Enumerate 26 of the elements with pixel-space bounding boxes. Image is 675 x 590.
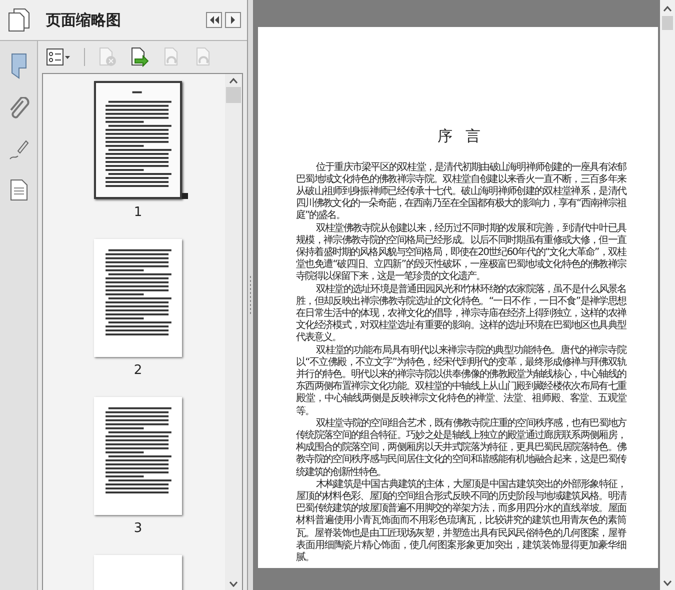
page-number: 2 xyxy=(134,363,142,379)
page-number: 1 xyxy=(134,205,142,221)
resize-handle-icon[interactable] xyxy=(182,193,188,199)
body-paragraph: 双桂堂的功能布局具有明代以来禅宗寺院的典型功能特色。唐代的禅宗寺院以“不立佛殿，不立文字”为特色，经宋代到明代的变革，最终形成修禅与拜佛双轨并行的特色。明代以来的禅宗寺院以供奉佛像的佛教殿堂为轴线核心，中心轴线的东西两侧布置禅宗文化功能。双桂堂的中轴线上从山门殿到藏经楼依次布局有七重殿堂，中心轴线两侧是反映禅宗文化特色的禅堂、法堂、祖师殿、客堂、五观堂等。 xyxy=(296,344,626,418)
collapse-panel-button[interactable] xyxy=(206,12,222,28)
scrollbar-thumb[interactable] xyxy=(662,16,673,30)
body-paragraph: 双桂堂寺院的空间组合艺术，既有佛教寺院庄重的空间秩序感，也有巴蜀地方传统院落空间的组合特征。巧妙之处是轴线上独立的殿堂通过廊庑联系两侧厢房，构成围合的院落空间，两侧厢房以天井式院落为特征，更具巴蜀民居院落特色。佛教寺院的空间秩序感与民间居住文化的空间和谐感能有机地融合起来，这是巴蜀传统建筑的创新性特色。 xyxy=(296,418,626,478)
right-arrow-icon xyxy=(230,16,236,24)
bookmark-icon[interactable] xyxy=(10,53,28,79)
body-paragraph: 位于重庆市梁平区的双桂堂，是清代初期由破山海明禅师创建的一座具有浓郁巴蜀地域文化特色的佛教禅宗寺院。双桂堂自创建以来香火一直不断，三百多年来从破山祖师到身振禅师已经传承十七代。破山海明禅师创建的双桂堂禅系，是清代四川佛教文化的一朵奇葩，在西南乃至在全国都有极大的影响力，享有“西南禅宗祖庭”的盛名。 xyxy=(296,162,626,222)
body-paragraph: 双桂堂佛教寺院从创建以来，经历过不同时期的发展和完善，到清代中叶已具规模，禅宗佛教寺院的空间格局已经形成。以后不同时期虽有重修或大修，但一直保持着盛时期的风格风貌与空间格局，即使在20世纪60年代的“文化大革命”，双桂堂也免遭“破四旧、立四新”的毁灭性破坏，一座极富巴蜀地域文化特色的佛教禅宗寺院得以保留下来，这是一笔珍贵的文化遗产。 xyxy=(296,222,626,284)
body-paragraph: 木构建筑是中国古典建筑的主体，大屋顶是中国古建筑突出的外部形象特征，屋顶的材料色彩、屋顶的空间组合形式反映不同的历史阶段与地域建筑风格。明清巴蜀传统建筑的坡屋顶普遍不用脚交的举架方法，而多用四分水的直线举坡。屋面材料普遍使用小青瓦饰面而不用彩色琉璃瓦，比较讲究的建筑也用青灰色的素筒瓦。屋脊装饰也是由工匠现场灰塑，并塑造出具有民风民俗特色的几何图案，屋脊表面用细陶瓷片精心饰面，使几何图案形象更加突出，建筑装饰显得更加豪华细腻。 xyxy=(296,478,626,564)
paperclip-icon[interactable] xyxy=(8,97,30,121)
page-insert-icon[interactable] xyxy=(129,47,149,67)
page-thumbnail-drawing[interactable] xyxy=(94,81,182,199)
body-paragraph: 双桂堂的选址环境是普通田园风光和竹林环绕的农家院落，虽不是什么风景名胜，但却反映出禅宗佛教寺院选址的文化特色。“一日不作，一日不食”是禅学思想在日常生活中的体现，农禅文化的倡导，禅宗寺庙在经济上得到独立，这样的农禅文化经济模式，对双桂堂选址有重要的影响。这样的选址环境在巴蜀地区也具典型代表意义。 xyxy=(296,284,626,344)
double-left-arrow-icon xyxy=(209,16,219,24)
signature-pen-icon[interactable] xyxy=(8,139,30,161)
panel-title: 页面缩略图 xyxy=(46,10,121,31)
pages-icon[interactable] xyxy=(8,8,30,32)
document-icon[interactable] xyxy=(10,179,28,201)
document-heading: 序 言 xyxy=(436,126,486,147)
page-number: 3 xyxy=(134,521,142,537)
next-panel-button[interactable] xyxy=(225,12,241,28)
scrollbar-thumb[interactable] xyxy=(226,87,241,103)
list-options-icon[interactable] xyxy=(46,47,72,67)
